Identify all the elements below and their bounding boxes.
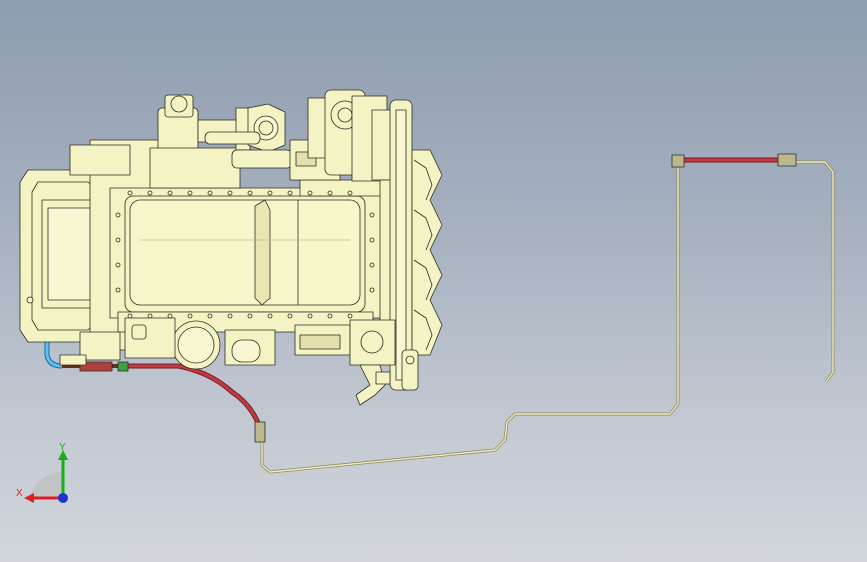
y-axis-label: Y [59, 442, 66, 453]
return-pipe [795, 160, 835, 383]
triad-xz-plane [30, 471, 63, 498]
z-axis-dot [58, 493, 68, 503]
x-axis-label: X [16, 488, 23, 499]
cad-viewport[interactable]: X Y [0, 0, 867, 562]
upper-components [149, 89, 395, 189]
coordinate-triad: X Y [10, 440, 80, 510]
engine-assembly-model[interactable] [0, 0, 867, 562]
